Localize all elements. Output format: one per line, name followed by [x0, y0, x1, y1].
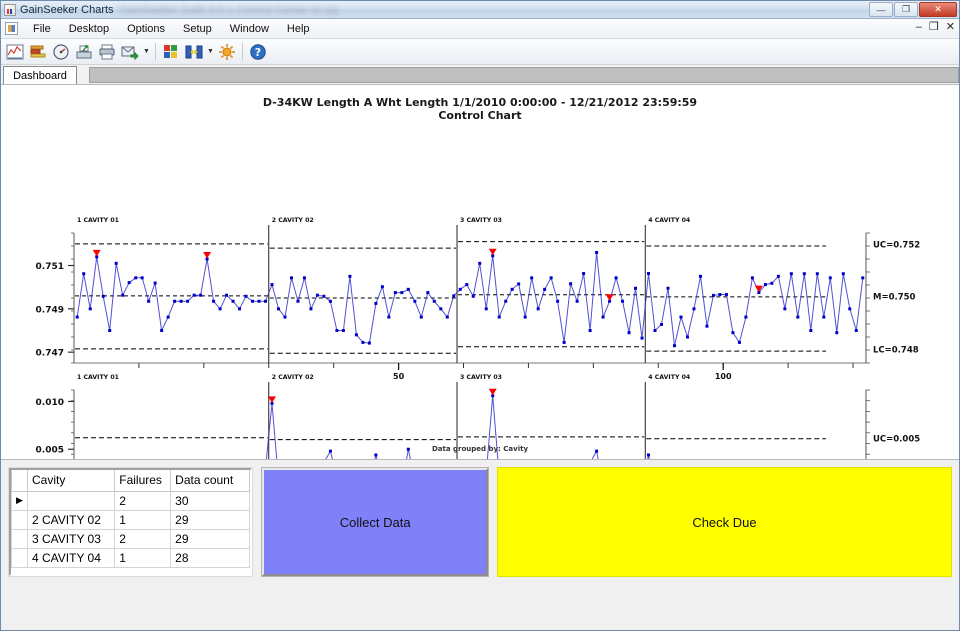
table-row[interactable]: 4 CAVITY 04128: [12, 548, 250, 567]
mdi-app-icon: [5, 22, 18, 35]
table-row[interactable]: ▶1 CAVITY 01230: [12, 491, 250, 510]
cell-failures[interactable]: 1: [115, 510, 171, 529]
mdi-close-button[interactable]: ✕: [946, 21, 955, 33]
row-marker[interactable]: [12, 510, 28, 529]
svg-text:50: 50: [393, 372, 405, 381]
menu-item-desktop[interactable]: Desktop: [60, 21, 118, 37]
cell-cavity[interactable]: 3 CAVITY 03: [27, 529, 114, 548]
svg-text:LC=0.748: LC=0.748: [873, 345, 919, 355]
svg-text:4 CAVITY 04: 4 CAVITY 04: [648, 374, 691, 381]
cell-cavity[interactable]: 1 CAVITY 01: [27, 491, 114, 510]
data-export-icon[interactable]: [73, 41, 95, 63]
email-icon[interactable]: [119, 41, 141, 63]
collect-data-button[interactable]: Collect Data: [262, 468, 488, 576]
window-controls: — ❐ ✕: [869, 2, 957, 17]
menu-item-window[interactable]: Window: [221, 21, 278, 37]
svg-text:1 CAVITY 01: 1 CAVITY 01: [77, 374, 119, 381]
maximize-button[interactable]: ❐: [894, 2, 918, 17]
svg-text:?: ?: [255, 46, 261, 59]
row-selector-header: [12, 470, 28, 491]
menu-item-setup[interactable]: Setup: [174, 21, 221, 37]
svg-text:3 CAVITY 03: 3 CAVITY 03: [460, 374, 502, 381]
settings-sun-icon[interactable]: [216, 41, 238, 63]
mdi-minimize-button[interactable]: –: [916, 21, 922, 33]
gauge-icon[interactable]: [50, 41, 72, 63]
menu-item-help[interactable]: Help: [278, 21, 319, 37]
table-body: ▶1 CAVITY 012302 CAVITY 021293 CAVITY 03…: [12, 491, 250, 567]
svg-text:1 CAVITY 01: 1 CAVITY 01: [77, 217, 119, 224]
column-header-data-count[interactable]: Data count: [171, 470, 250, 491]
window-title-redacted: GainSeeker Suite 8.5.1 Control Center sn…: [120, 4, 338, 16]
close-button[interactable]: ✕: [919, 2, 957, 17]
menu-item-file[interactable]: File: [24, 21, 60, 37]
chart-pane: D-34KW Length A Wht Length 1/1/2010 0:00…: [1, 85, 959, 460]
cell-data-count[interactable]: 30: [171, 491, 250, 510]
tab-dashboard[interactable]: Dashboard: [3, 66, 77, 84]
print-icon[interactable]: [96, 41, 118, 63]
svg-text:2 CAVITY 02: 2 CAVITY 02: [272, 217, 314, 224]
svg-text:4 CAVITY 04: 4 CAVITY 04: [648, 217, 691, 224]
svg-text:0.747: 0.747: [36, 349, 64, 359]
mdi-window-controls: – ❐ ✕: [916, 21, 955, 33]
arrange-dropdown-arrow-icon[interactable]: ▼: [206, 41, 215, 63]
bar-chart-icon[interactable]: [27, 41, 49, 63]
chart-footnote: Data grouped by: Cavity: [1, 445, 959, 453]
svg-text:0.751: 0.751: [36, 262, 64, 272]
svg-text:0.010: 0.010: [36, 398, 64, 408]
svg-text:2 CAVITY 02: 2 CAVITY 02: [272, 374, 314, 381]
toolbar-separator: [155, 43, 156, 61]
check-due-button[interactable]: Check Due: [498, 468, 951, 576]
email-dropdown-arrow-icon[interactable]: ▼: [142, 41, 151, 63]
table-row[interactable]: 3 CAVITY 03229: [12, 529, 250, 548]
summary-table: Cavity Failures Data count ▶1 CAVITY 012…: [11, 470, 250, 568]
svg-text:0.749: 0.749: [36, 305, 64, 315]
table-header-row: Cavity Failures Data count: [12, 470, 250, 491]
cell-failures[interactable]: 1: [115, 548, 171, 567]
cell-failures[interactable]: 2: [115, 491, 171, 510]
application-window: GainSeeker Charts GainSeeker Suite 8.5.1…: [0, 0, 960, 631]
svg-text:UC=0.005: UC=0.005: [873, 434, 920, 444]
mdi-restore-button[interactable]: ❐: [929, 21, 939, 33]
svg-text:100: 100: [715, 372, 732, 381]
menu-item-options[interactable]: Options: [118, 21, 174, 37]
cell-data-count[interactable]: 29: [171, 529, 250, 548]
cell-data-count[interactable]: 29: [171, 510, 250, 529]
dashboard-bottom-pane: Cavity Failures Data count ▶1 CAVITY 012…: [1, 460, 959, 631]
row-marker[interactable]: ▶: [12, 491, 28, 510]
arrange-horizontal-icon[interactable]: [183, 41, 205, 63]
row-marker[interactable]: [12, 529, 28, 548]
svg-text:UC=0.752: UC=0.752: [873, 240, 920, 250]
chart-subtitle: Control Chart: [1, 109, 959, 122]
control-chart-graphic: 0.747 0.749 0.751 UC=0.752 M=0.750 LC=0.748 1 …: [1, 85, 959, 460]
tab-strip: Dashboard: [1, 65, 959, 85]
app-icon: [4, 4, 16, 16]
cell-failures[interactable]: 2: [115, 529, 171, 548]
chart-title: D-34KW Length A Wht Length 1/1/2010 0:00…: [1, 96, 959, 109]
summary-grid[interactable]: Cavity Failures Data count ▶1 CAVITY 012…: [9, 468, 252, 576]
table-row[interactable]: 2 CAVITY 02129: [12, 510, 250, 529]
cell-data-count[interactable]: 28: [171, 548, 250, 567]
column-header-failures[interactable]: Failures: [115, 470, 171, 491]
menu-bar: File Desktop Options Setup Window Help –…: [1, 19, 959, 39]
svg-text:M=0.750: M=0.750: [873, 292, 916, 302]
row-marker[interactable]: [12, 548, 28, 567]
line-chart-icon[interactable]: [4, 41, 26, 63]
cell-cavity[interactable]: 4 CAVITY 04: [27, 548, 114, 567]
toolbar: ▼ ▼: [1, 39, 959, 65]
window-titlebar: GainSeeker Charts GainSeeker Suite 8.5.1…: [1, 1, 959, 19]
cell-cavity[interactable]: 2 CAVITY 02: [27, 510, 114, 529]
help-icon[interactable]: ?: [247, 41, 269, 63]
toolbar-separator-2: [242, 43, 243, 61]
minimize-button[interactable]: —: [869, 2, 893, 17]
tile-windows-icon[interactable]: [160, 41, 182, 63]
column-header-cavity[interactable]: Cavity: [27, 470, 114, 491]
window-title: GainSeeker Charts: [20, 4, 114, 16]
svg-text:3 CAVITY 03: 3 CAVITY 03: [460, 217, 502, 224]
